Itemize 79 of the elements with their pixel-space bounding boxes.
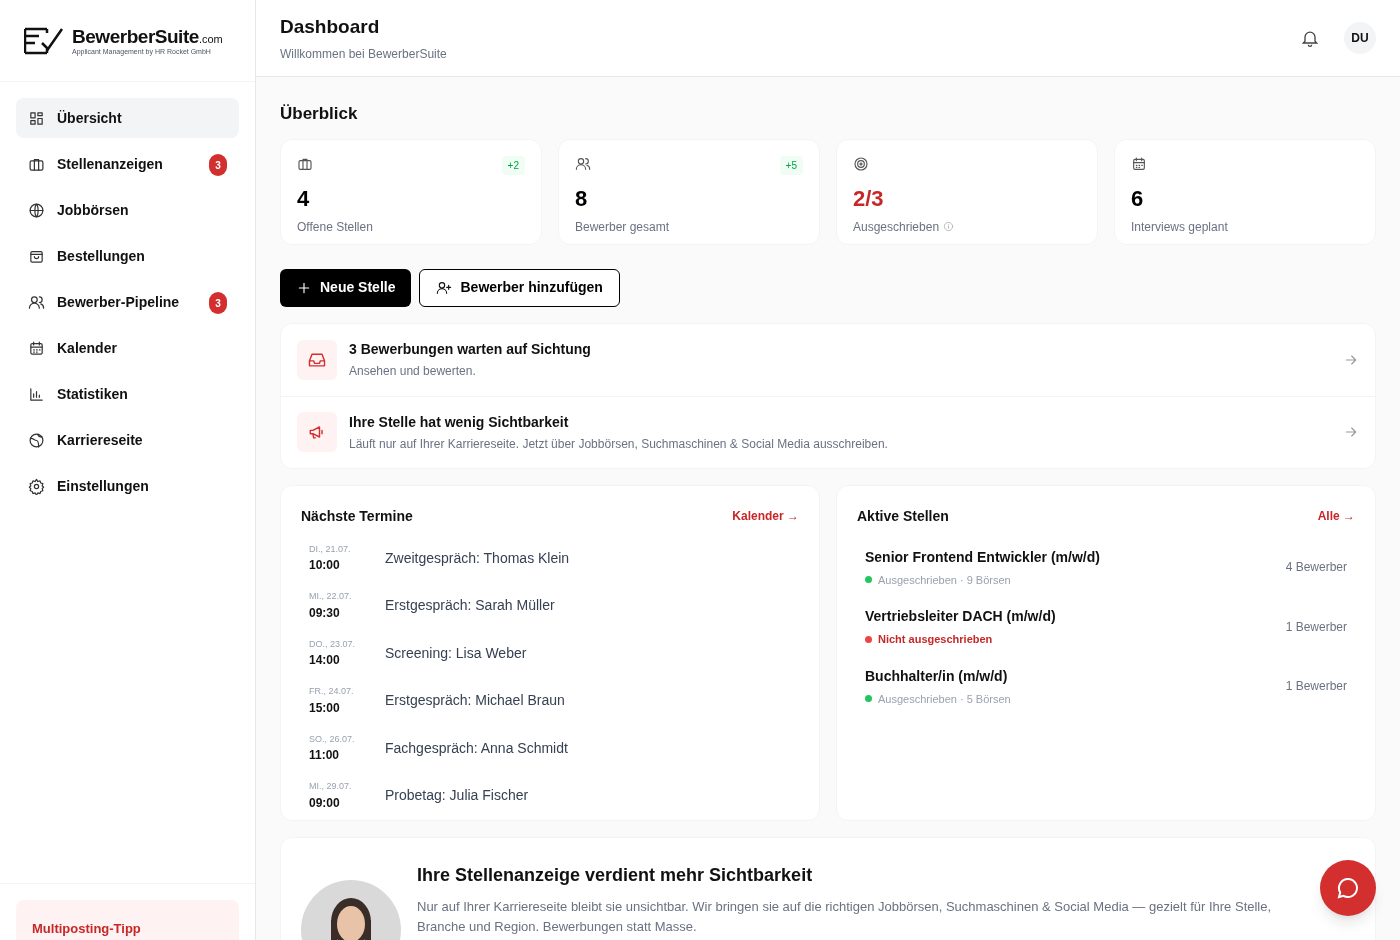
notice-row[interactable]: Ihre Stelle hat wenig Sichtbarkeit Läuft nur auf Ihrer Karriereseite. Jetzt über Jobbörsen, Suchmaschinen & Social Media ausschreiben. [281, 395, 1375, 468]
appointment-title[interactable]: Screening: Lisa Weber [385, 642, 527, 664]
brand-name: BewerberSuite [72, 26, 199, 46]
new-job-button[interactable]: Neue Stelle [280, 268, 412, 307]
appointment-time: 14:00 [309, 652, 341, 669]
section-title: Überblick [280, 103, 359, 125]
nav-item[interactable]: Übersicht [16, 98, 239, 138]
notice-row[interactable]: 3 Bewerbungen warten auf Sichtung Ansehen und bewerten. [281, 323, 1375, 396]
dashboard-icon [28, 109, 45, 127]
appointment-time: 09:30 [309, 604, 341, 622]
page-title: Dashboard [280, 14, 381, 39]
appointment-date: DI., 21.07. [309, 542, 352, 556]
appointment-title[interactable]: Probetag: Julia Fischer [385, 785, 529, 807]
all-jobs-link[interactable]: Alle → [1317, 507, 1355, 525]
notice-title: 3 Bewerbungen warten auf Sichtung [349, 340, 592, 359]
applicant-count: 1 Bewerber [1285, 618, 1347, 636]
stat-label: Bewerber gesamt [575, 218, 670, 236]
appointment-time: 10:00 [309, 557, 341, 574]
job-status: Ausgeschrieben · 9 Börsen [878, 572, 1011, 588]
job-status: Nicht ausgeschrieben [878, 632, 993, 647]
job-title[interactable]: Senior Frontend Entwickler (m/w/d) [865, 546, 1100, 568]
appointment-date: DO., 23.07. [309, 637, 357, 651]
target-icon [853, 155, 869, 172]
appointment-title[interactable]: Erstgespräch: Sarah Müller [385, 595, 555, 617]
job-status: Ausgeschrieben · 5 Börsen [878, 691, 1011, 707]
stat-label: Offene Stellen [297, 218, 373, 236]
nav-item[interactable]: Kalender [16, 328, 239, 368]
card-title: Nächste Termine [301, 506, 413, 526]
add-applicant-button[interactable]: Bewerber hinzufügen [419, 268, 620, 307]
appointment-title[interactable]: Fachgespräch: Anna Schmidt [385, 737, 568, 759]
users-icon [28, 293, 45, 311]
user-plus-icon [436, 279, 453, 296]
arrow-right-icon [1343, 424, 1359, 440]
appointment-title[interactable]: Erstgespräch: Michael Braun [385, 690, 565, 712]
bar-chart-icon [28, 385, 45, 403]
stat-value: 4 [297, 187, 311, 210]
nav-item[interactable]: Karriereseite [16, 420, 239, 460]
appointment-date: FR., 24.07. [309, 685, 355, 698]
stat-value: 2/3 [853, 187, 885, 210]
applicant-count: 4 Bewerber [1285, 559, 1347, 577]
count-badge: 3 [209, 292, 227, 314]
stat-value: 8 [575, 187, 589, 210]
count-badge: 3 [209, 154, 227, 176]
chat-bubble-icon [1336, 876, 1360, 900]
user-avatar[interactable]: DU [1344, 22, 1376, 54]
calendar-link[interactable]: Kalender → [732, 507, 799, 525]
settings-icon [28, 477, 45, 495]
notice-text: Läuft nur auf Ihrer Karriereseite. Jetzt über Jobbörsen, Suchmaschinen & Social Media ausschreiben. [349, 435, 889, 453]
job-title[interactable]: Buchhalter/in (m/w/d) [865, 665, 1011, 687]
notice-title: Ihre Stelle hat wenig Sichtbarkeit [349, 412, 570, 432]
brand-suffix: .com [198, 33, 223, 45]
nav-item[interactable]: Statistiken [16, 374, 239, 414]
appointment-time: 15:00 [309, 699, 341, 717]
job-title[interactable]: Vertriebsleiter DACH (m/w/d) [865, 606, 1056, 627]
promo-text: Nur auf Ihrer Karriereseite bleibt sie unsichtbar. Wir bringen sie auf die richtigen Jobbörsen, Suchmaschinen & Social Media — gezielt für Ihre Stelle, Branche und Region. Bewerbungen statt Masse. [417, 897, 1273, 936]
applicant-count: 1 Bewerber [1285, 678, 1347, 696]
appointment-date: SO., 26.07. [309, 732, 356, 746]
calendar-icon [28, 339, 45, 357]
users-icon [575, 155, 591, 172]
stat-value: 6 [1131, 187, 1145, 210]
logo-icon [24, 26, 64, 55]
tip-title: Multiposting-Tipp [32, 921, 141, 936]
promo-title: Ihre Stellenanzeige verdient mehr Sichtbarkeit [417, 863, 814, 887]
notice-text: Ansehen und bewerten. [349, 363, 477, 380]
delta-badge: +5 [779, 155, 803, 175]
stat-label: Interviews geplant [1131, 218, 1228, 236]
calendar-icon [1131, 155, 1147, 172]
nav-item[interactable]: Jobbörsen [16, 190, 239, 230]
appointment-time: 11:00 [309, 747, 341, 764]
appointment-date: MI., 29.07. [309, 780, 353, 793]
card-title: Aktive Stellen [857, 506, 949, 526]
nav-item[interactable]: Bestellungen [16, 236, 239, 276]
delta-badge: +2 [501, 155, 525, 175]
stat-label: Ausgeschrieben [853, 218, 940, 236]
appointment-title[interactable]: Zweitgespräch: Thomas Klein [385, 547, 570, 569]
page-subtitle: Willkommen bei BewerberSuite [280, 46, 448, 64]
nav-item[interactable]: Einstellungen [16, 466, 239, 506]
appointment-date: MI., 22.07. [309, 590, 353, 603]
appointment-time: 09:00 [309, 794, 341, 812]
